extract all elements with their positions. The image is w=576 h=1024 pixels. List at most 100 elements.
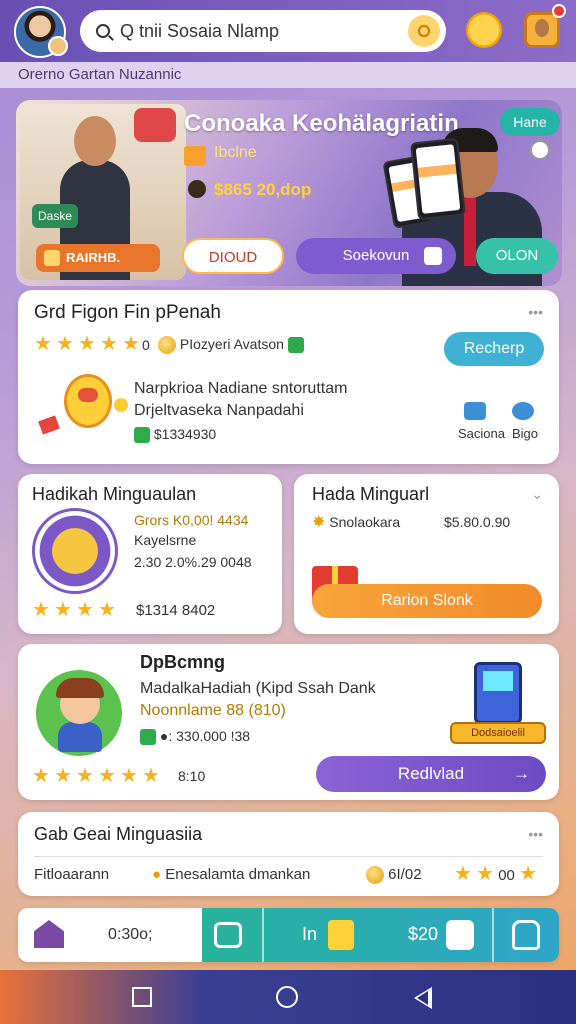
star-icon: ★ bbox=[98, 599, 116, 621]
summary-mid: ● Enesalamta dmankan bbox=[152, 866, 310, 883]
gift-button[interactable]: Rarion Slonk bbox=[312, 584, 542, 618]
hero-button-purple-label: Soekovun bbox=[342, 247, 410, 264]
card-label: ✸ Snolaokara bbox=[312, 512, 400, 532]
hero-reward-tag[interactable]: RAIRHB. bbox=[36, 244, 160, 272]
wallet-icon[interactable] bbox=[214, 922, 242, 948]
lock-icon[interactable] bbox=[512, 920, 540, 950]
card-line2: Noonnlame 88 (810) bbox=[140, 702, 286, 719]
summary-value: 6I/02 bbox=[366, 866, 422, 885]
search-bar[interactable]: Q tnii Sosaia Nlamp bbox=[80, 10, 446, 52]
more-icon[interactable]: ⌄ bbox=[531, 486, 543, 503]
star-icon: ★ bbox=[32, 765, 50, 787]
bag-icon: ● bbox=[152, 866, 162, 883]
rating-stars: ★ ★ ★ ★ ★ bbox=[34, 334, 142, 354]
coin-card[interactable]: Hadikah Minguaulan Grors K0,00! 4434 Kay… bbox=[18, 474, 282, 634]
rating-stars: ★ ★ ★ ★ ★ ★ bbox=[32, 766, 162, 786]
summary-rating: ★ ★ 00 ★ bbox=[454, 864, 537, 884]
recents-icon[interactable] bbox=[132, 987, 152, 1007]
card-line2: Drjeltvaseka Nanpadahi bbox=[134, 402, 304, 419]
card-label-text: Snolaokara bbox=[329, 514, 401, 530]
hero-button-teal[interactable]: OLON bbox=[476, 238, 558, 274]
star-icon: ★ bbox=[519, 863, 538, 885]
mascot-icon bbox=[34, 368, 134, 448]
side-label-1[interactable]: Saciona bbox=[458, 402, 505, 441]
ticket-icon[interactable] bbox=[328, 920, 354, 950]
card-amount: $1334930 bbox=[134, 426, 217, 444]
summary-left: Fitloaarann bbox=[34, 866, 110, 883]
scan-icon[interactable] bbox=[446, 920, 474, 950]
meta-text: PIozyeri Avatson bbox=[179, 336, 284, 352]
phone-image bbox=[410, 137, 466, 221]
summary-card[interactable]: Gab Geai Minguasiia ••• Fitloaarann ● En… bbox=[18, 812, 559, 896]
star-icon: ★ bbox=[32, 599, 50, 621]
rating-stars: ★ ★ ★ ★ bbox=[32, 600, 118, 620]
prize-machine-icon: Dodsaioelil bbox=[444, 656, 550, 752]
card-title: Gab Geai Minguasiia bbox=[34, 824, 203, 844]
hero-banner[interactable]: Daske RAIRHB. Conoaka Keohälagriatin Ibc… bbox=[16, 100, 562, 286]
star-icon: ★ bbox=[56, 333, 74, 355]
divider bbox=[492, 908, 494, 962]
card-line1: MadalkaHadiah (Kipd Ssah Dank bbox=[140, 680, 376, 697]
system-nav-bar bbox=[0, 970, 576, 1024]
promo-button-label: Redlvlad bbox=[397, 764, 465, 783]
hero-price: $865 20,dop bbox=[214, 180, 312, 199]
back-icon[interactable] bbox=[414, 987, 432, 1009]
rocket-icon bbox=[134, 108, 176, 142]
home-icon[interactable] bbox=[34, 920, 64, 948]
side-label-2[interactable]: Bigo bbox=[512, 402, 538, 441]
offer-card[interactable]: Grd Figon Fin pPenah ••• ★ ★ ★ ★ ★ 0 PIo… bbox=[18, 290, 559, 464]
avatar-badge-icon bbox=[48, 36, 68, 56]
hero-chip[interactable]: Hane bbox=[500, 108, 560, 136]
card-line1: Grors K0,00! 4434 bbox=[134, 512, 249, 528]
star-icon: ★ bbox=[454, 863, 472, 885]
card-line3-text: ●: 330.000 !38 bbox=[159, 728, 251, 744]
card-line1: Narpkrioa Nadiane sntoruttam bbox=[134, 380, 348, 397]
hero-subtitle: Ibclne bbox=[214, 144, 257, 161]
star-icon: ★ bbox=[142, 765, 160, 787]
hero-button-primary[interactable]: DIOUD bbox=[182, 238, 284, 274]
hero-photo: Daske RAIRHB. bbox=[20, 104, 186, 280]
leaf-icon bbox=[287, 337, 304, 354]
search-input[interactable]: Q tnii Sosaia Nlamp bbox=[120, 21, 279, 42]
card-action-button[interactable]: Recherp bbox=[444, 332, 544, 366]
star-icon: ★ bbox=[100, 333, 118, 355]
rating-value: 0 bbox=[142, 337, 150, 353]
more-icon[interactable]: ••• bbox=[528, 826, 543, 842]
side-label-2-text: Bigo bbox=[512, 426, 539, 441]
divider bbox=[34, 856, 543, 857]
prize-banner: Dodsaioelil bbox=[450, 722, 546, 744]
nav-right-label[interactable]: $20 bbox=[408, 924, 438, 945]
home-circle-icon[interactable] bbox=[276, 986, 298, 1008]
card-price: $5.80.0.90 bbox=[444, 514, 511, 530]
hand-icon[interactable] bbox=[466, 12, 502, 48]
search-button[interactable] bbox=[408, 15, 440, 47]
star-icon: ★ bbox=[76, 599, 94, 621]
side-label-1-text: Saciona bbox=[458, 426, 505, 441]
portrait-icon[interactable] bbox=[524, 12, 560, 48]
star-icon: ★ bbox=[122, 333, 140, 355]
card-title: DpBcmng bbox=[140, 652, 225, 672]
promo-button[interactable]: Redlvlad → bbox=[316, 756, 546, 792]
subheader: Orerno Gartan Nuzannic bbox=[0, 62, 576, 88]
card-title: Hadikah Minguaulan bbox=[32, 484, 197, 504]
tag-icon bbox=[184, 146, 206, 166]
hero-button-purple[interactable]: Soekovun bbox=[296, 238, 456, 274]
coin-icon bbox=[32, 508, 118, 594]
star-icon: ★ bbox=[76, 765, 94, 787]
star-icon: ★ bbox=[98, 765, 116, 787]
nav-mid-label[interactable]: In bbox=[302, 924, 317, 945]
top-app-bar: Q tnii Sosaia Nlamp bbox=[0, 0, 576, 62]
gift-card[interactable]: Hada Minguarl ⌄ ✸ Snolaokara $5.80.0.90 … bbox=[294, 474, 559, 634]
bottom-nav: 0:30o; In $20 bbox=[18, 908, 559, 962]
settings-icon[interactable] bbox=[530, 140, 550, 160]
bubble-icon bbox=[512, 402, 534, 420]
amount-text: $1334930 bbox=[153, 426, 217, 442]
nav-left-label[interactable]: 0:30o; bbox=[108, 926, 152, 944]
search-button-icon bbox=[418, 25, 430, 37]
hand-coin-icon bbox=[188, 180, 206, 198]
more-icon[interactable]: ••• bbox=[528, 304, 543, 320]
card-line2: Kayelsrne bbox=[134, 532, 197, 548]
promo-card[interactable]: DpBcmng MadalkaHadiah (Kipd Ssah Dank No… bbox=[18, 644, 559, 800]
coin-icon bbox=[158, 336, 176, 355]
star-icon: ★ bbox=[78, 333, 96, 355]
